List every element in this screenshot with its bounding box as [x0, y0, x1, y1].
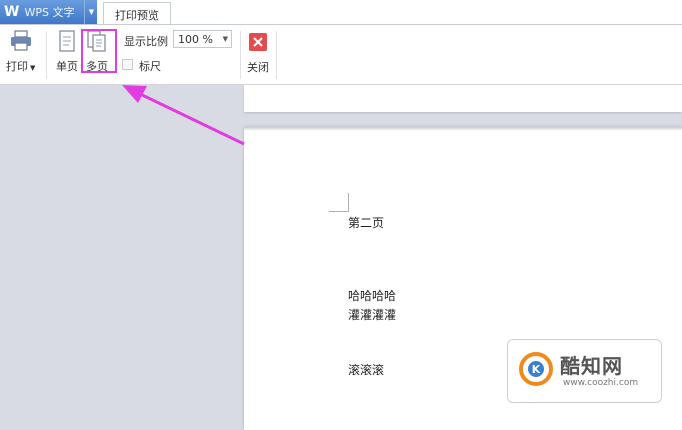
coozhi-logo-icon: K [519, 352, 553, 386]
svg-text:K: K [532, 363, 541, 376]
watermark-url: www.coozhi.com [563, 378, 639, 388]
watermark-name: 酷知网 [560, 354, 623, 378]
